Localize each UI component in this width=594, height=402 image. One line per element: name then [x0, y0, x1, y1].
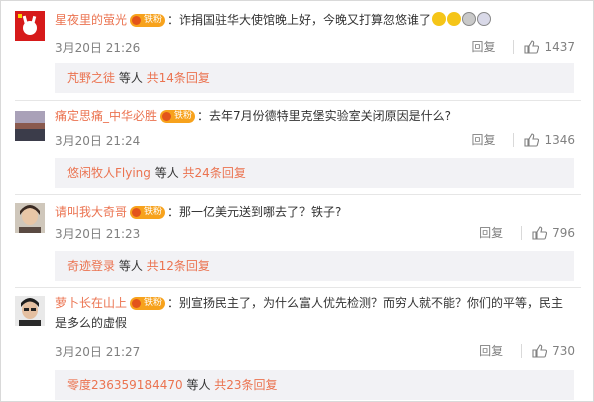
avatar[interactable] — [15, 296, 45, 326]
sub-reply-user-link[interactable]: 悠闲牧人Flying — [67, 166, 151, 180]
comment-divider — [15, 287, 581, 288]
thumbs-up-icon — [532, 343, 548, 358]
thumbs-up-icon — [532, 225, 548, 240]
username-link[interactable]: 痛定思痛_中华必胜 — [55, 109, 157, 123]
sub-reply-count-link[interactable]: 共14条回复 — [147, 71, 210, 85]
comment-actions: 回复 1437 — [471, 38, 575, 55]
username-link[interactable]: 星夜里的萤光 — [55, 13, 127, 27]
avatar[interactable] — [15, 11, 45, 41]
like-button[interactable]: 1437 — [524, 40, 575, 54]
action-divider — [513, 132, 515, 147]
comment-time: 3月20日 21:24 — [55, 134, 141, 148]
comment-text: 那一亿美元送到哪去了？铁子? — [179, 205, 342, 219]
comment-actions: 回复 796 — [479, 224, 575, 241]
username-link[interactable]: 请叫我大奇哥 — [55, 205, 127, 219]
comment-text: 诈捐国驻华大使馆晚上好，今晚又打算忽悠谁了 — [179, 13, 432, 27]
sub-replies-bar: 奇迹登录 等人 共12条回复 — [55, 251, 574, 281]
username-link[interactable]: 萝卜长在山上 — [55, 296, 127, 310]
like-count: 1437 — [544, 39, 575, 54]
comment-text-line: 痛定思痛_中华必胜 铁粉 ：去年7月份德特里克堡实验室关闭原因是什么? — [55, 106, 575, 126]
reply-button[interactable]: 回复 — [479, 342, 503, 359]
colon-separator: ： — [167, 13, 180, 27]
like-button[interactable]: 796 — [532, 226, 575, 240]
reply-button[interactable]: 回复 — [479, 224, 503, 241]
comment-divider — [15, 194, 581, 195]
grin-emoji-icon — [447, 12, 462, 26]
fan-badge[interactable]: 铁粉 — [130, 206, 166, 219]
like-count: 730 — [552, 343, 575, 358]
colon-separator: ： — [167, 205, 180, 219]
sub-reply-mid-text: 等人 — [115, 259, 147, 273]
sub-reply-count-link[interactable]: 共23条回复 — [214, 378, 277, 392]
crying-emoji-icon — [462, 12, 477, 26]
comment-text: 去年7月份德特里克堡实验室关闭原因是什么? — [209, 109, 452, 123]
face-emoji-icon — [477, 12, 492, 26]
comment-text-line: 星夜里的萤光 铁粉 ：诈捐国驻华大使馆晚上好，今晚又打算忽悠谁了 — [55, 10, 575, 30]
like-button[interactable]: 1346 — [524, 133, 575, 147]
comment-time: 3月20日 21:23 — [55, 227, 141, 241]
sub-reply-count-link[interactable]: 共24条回复 — [183, 166, 246, 180]
sub-reply-mid-text: 等人 — [182, 378, 215, 392]
sub-replies-bar: 悠闲牧人Flying 等人 共24条回复 — [55, 158, 574, 188]
sub-replies-bar: 芃野之徒 等人 共14条回复 — [55, 63, 574, 93]
sub-reply-mid-text: 等人 — [150, 166, 183, 180]
action-divider — [513, 39, 515, 54]
action-divider — [521, 225, 523, 240]
comment-divider — [15, 100, 581, 101]
like-count: 1346 — [544, 132, 575, 147]
reply-button[interactable]: 回复 — [471, 131, 495, 148]
thumbs-up-icon — [524, 39, 540, 54]
colon-separator: ： — [167, 296, 180, 310]
thumbs-up-icon — [524, 132, 540, 147]
sub-reply-count-link[interactable]: 共12条回复 — [147, 259, 210, 273]
sub-reply-user-link[interactable]: 零度236359184470 — [67, 378, 183, 392]
action-divider — [521, 343, 523, 358]
comment-actions: 回复 730 — [479, 342, 575, 359]
comment-time: 3月20日 21:26 — [55, 41, 141, 55]
fan-badge[interactable]: 铁粉 — [160, 110, 196, 123]
avatar[interactable] — [15, 111, 45, 141]
reply-button[interactable]: 回复 — [471, 38, 495, 55]
fan-badge[interactable]: 铁粉 — [130, 297, 166, 310]
smirk-emoji-icon — [432, 12, 447, 26]
comment-panel: 星夜里的萤光 铁粉 ：诈捐国驻华大使馆晚上好，今晚又打算忽悠谁了 3月20日 21:… — [0, 0, 594, 402]
like-count: 796 — [552, 225, 575, 240]
avatar[interactable] — [15, 203, 45, 233]
comment-time: 3月20日 21:27 — [55, 345, 141, 359]
like-button[interactable]: 730 — [532, 344, 575, 358]
comment-text-line: 萝卜长在山上 铁粉 ：别宣扬民主了，为什么富人优先检测？而穷人就不能？你们的平等，民… — [55, 293, 575, 333]
sub-reply-user-link[interactable]: 奇迹登录 — [67, 259, 115, 273]
sub-reply-mid-text: 等人 — [115, 71, 147, 85]
colon-separator: ： — [197, 109, 210, 123]
sub-reply-user-link[interactable]: 芃野之徒 — [67, 71, 115, 85]
comment-actions: 回复 1346 — [471, 131, 575, 148]
comment-text-line: 请叫我大奇哥 铁粉 ：那一亿美元送到哪去了？铁子? — [55, 202, 575, 222]
fan-badge[interactable]: 铁粉 — [130, 14, 166, 27]
sub-replies-bar: 零度236359184470 等人 共23条回复 — [55, 370, 574, 400]
